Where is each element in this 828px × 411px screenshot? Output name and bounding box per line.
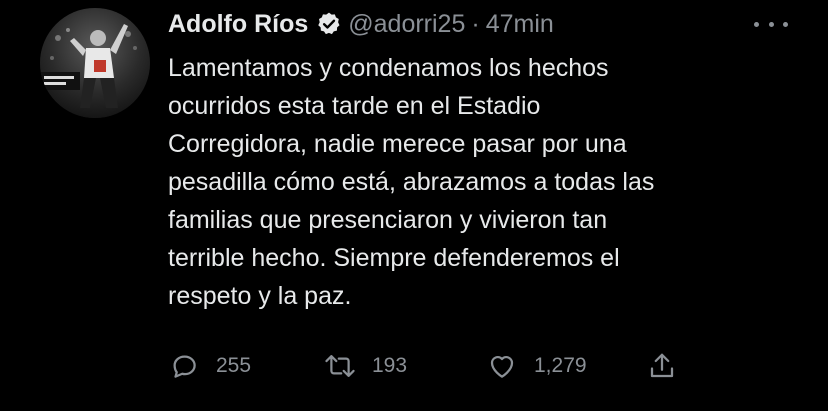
tweet-text: Lamentamos y condenamos los hechos ocurr… [168, 54, 655, 310]
avatar-photo [40, 8, 150, 118]
verified-badge-icon [316, 11, 342, 37]
tweet-header: Adolfo Ríos @adorri25 · 47min [168, 6, 554, 42]
user-handle[interactable]: @adorri25 [348, 10, 465, 39]
retweet-icon [324, 350, 356, 382]
reply-icon [168, 350, 200, 382]
like-count: 1,279 [534, 354, 587, 377]
reply-button[interactable]: 255 [168, 348, 251, 384]
tweet: Adolfo Ríos @adorri25 · 47min Lamentamos… [0, 0, 828, 411]
retweet-count: 193 [372, 354, 408, 377]
reply-count: 255 [216, 354, 252, 377]
share-icon [646, 350, 678, 382]
timestamp[interactable]: 47min [486, 10, 554, 39]
avatar[interactable] [40, 8, 150, 118]
separator-dot: · [471, 9, 480, 38]
retweet-button[interactable]: 193 [324, 348, 407, 384]
heart-icon [486, 350, 518, 382]
share-button[interactable] [646, 348, 678, 384]
action-bar: 255 193 1,279 [168, 348, 688, 384]
display-name[interactable]: Adolfo Ríos [168, 10, 308, 39]
like-button[interactable]: 1,279 [486, 348, 587, 384]
more-options-icon[interactable] [754, 14, 788, 34]
